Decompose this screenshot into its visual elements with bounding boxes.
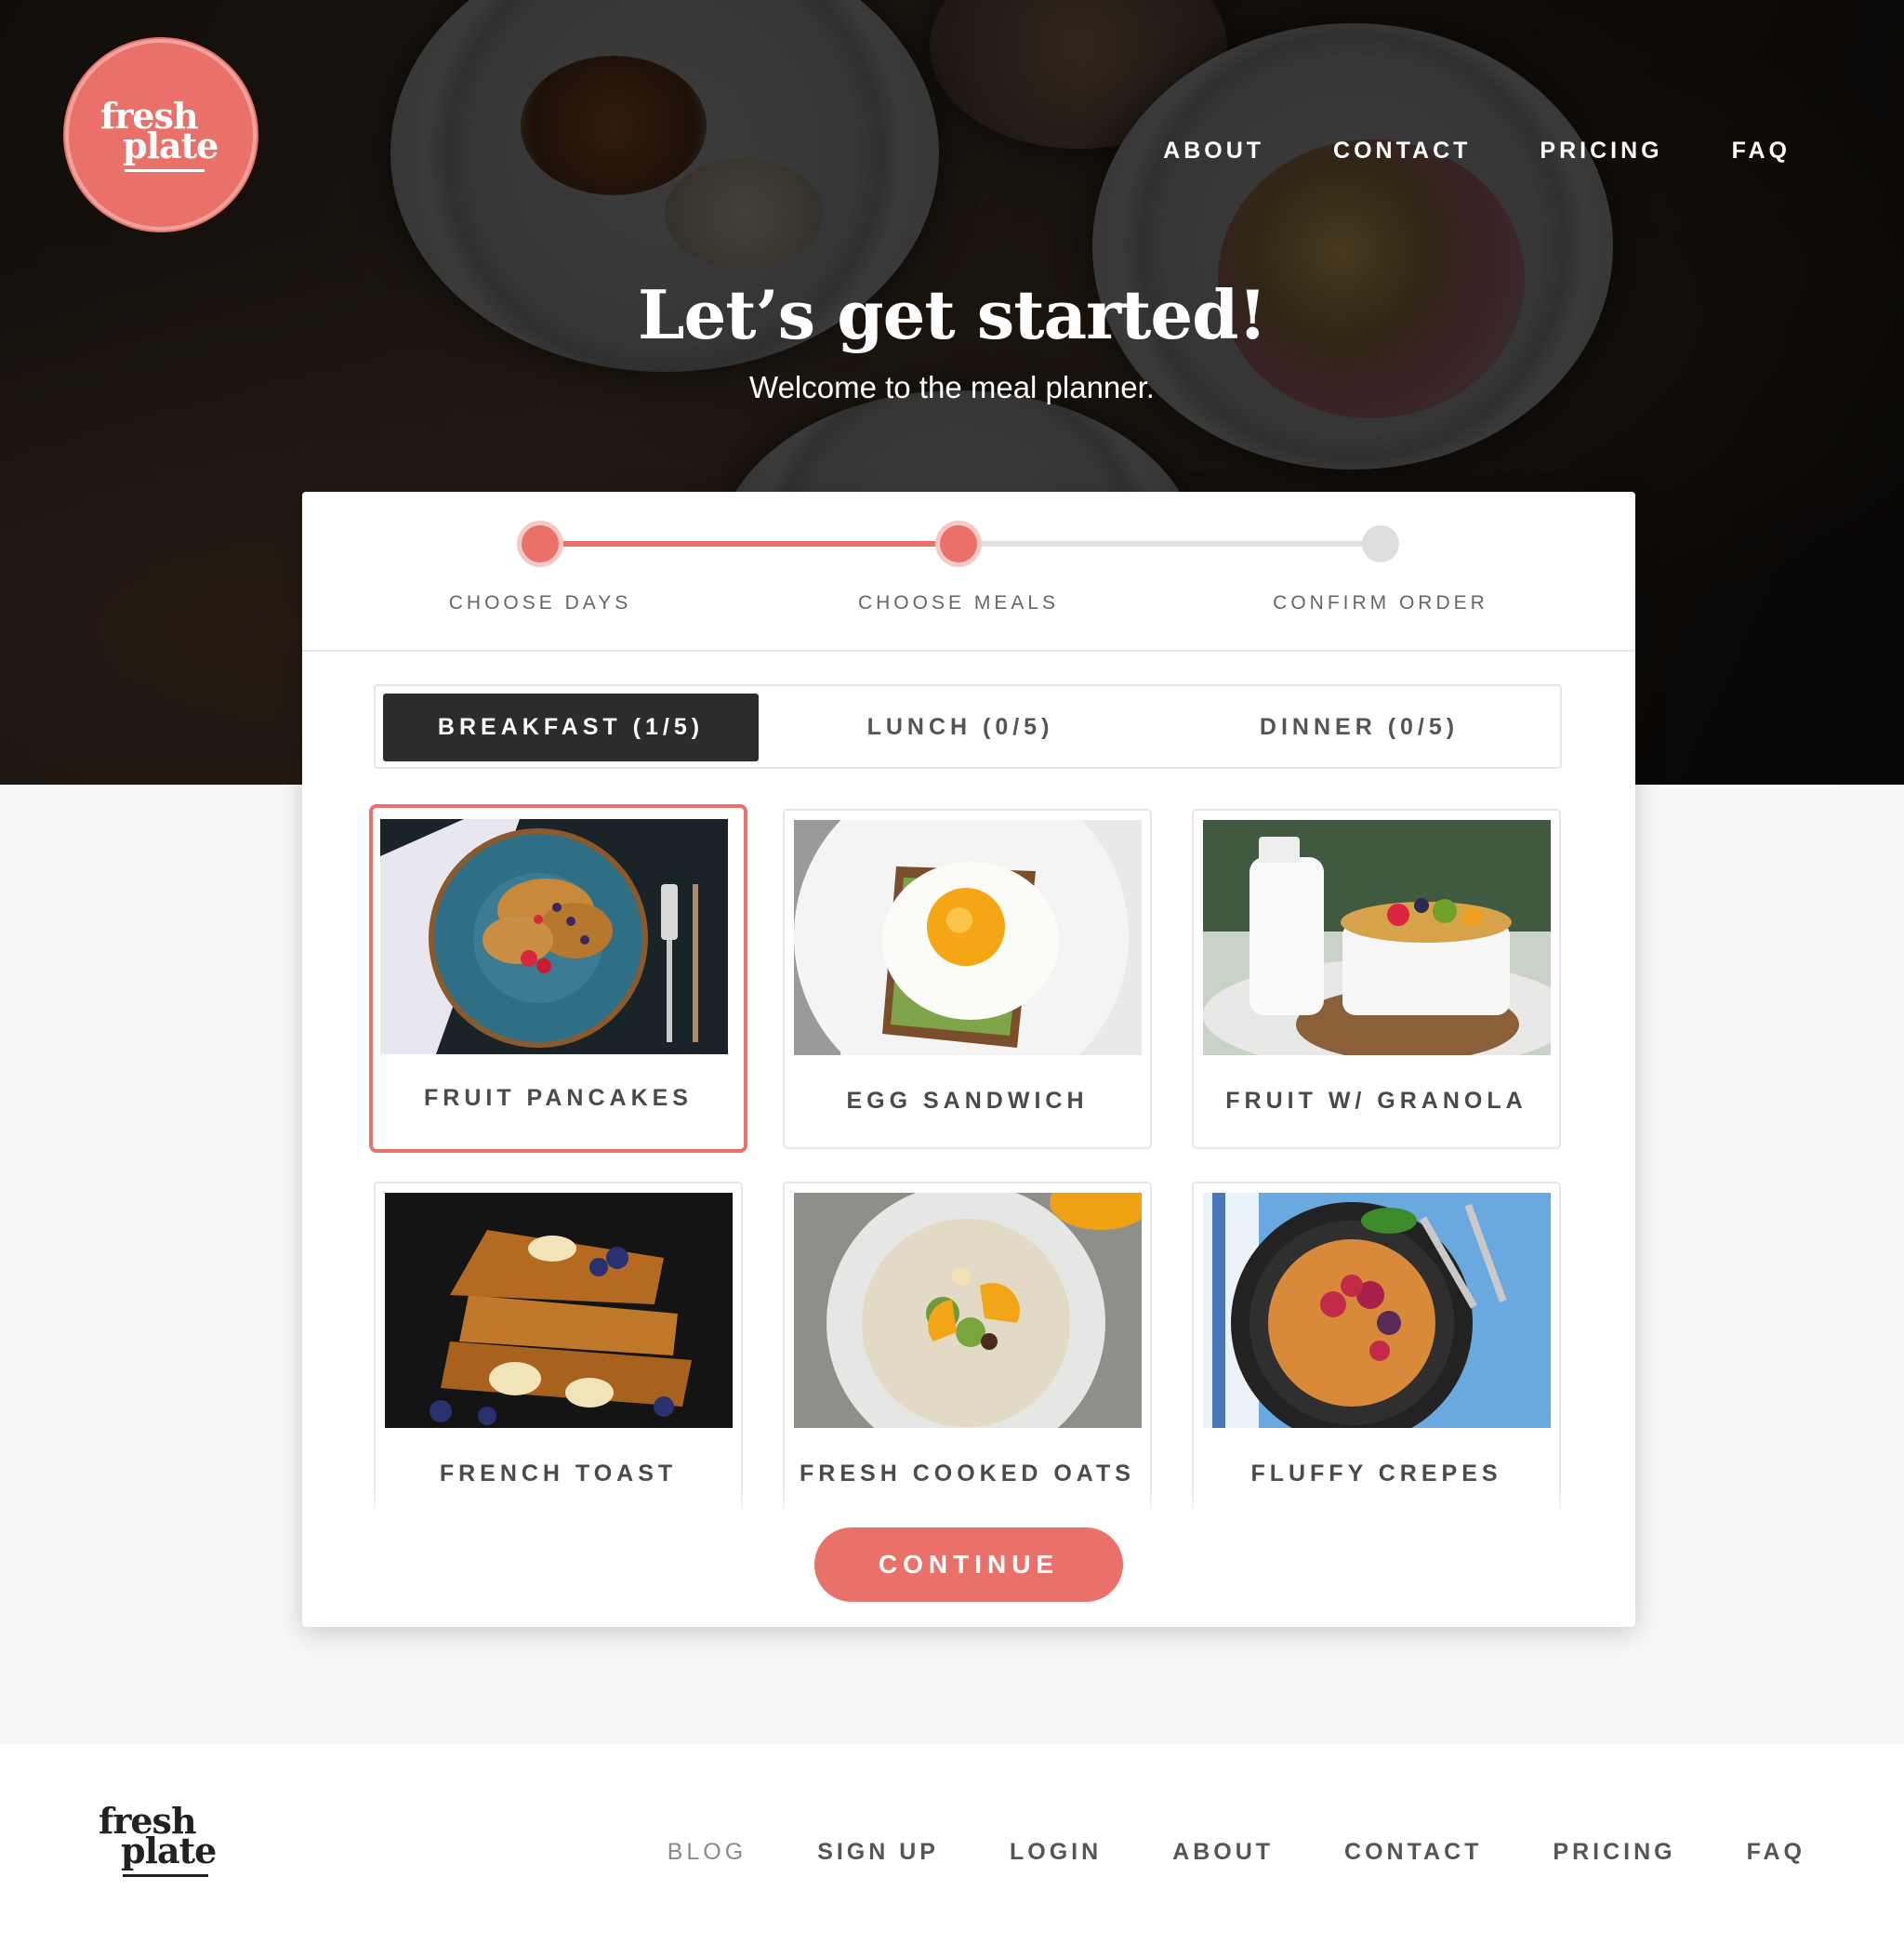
footer-blog-link[interactable]: BLOG: [668, 1839, 747, 1866]
page-subtitle: Welcome to the meal planner.: [749, 370, 1155, 404]
page-title: Let’s get started!: [637, 275, 1267, 354]
footer-about-link[interactable]: ABOUT: [1172, 1839, 1274, 1866]
step-choose-meals-label: CHOOSE MEALS: [857, 592, 1060, 614]
meal-card-fruit-granola[interactable]: FRUIT W/ GRANOLA: [1192, 809, 1561, 1149]
logo-underline: [125, 169, 205, 172]
nav-faq-link[interactable]: FAQ: [1732, 138, 1791, 165]
nav-about-link[interactable]: ABOUT: [1163, 138, 1264, 165]
stepper-remaining-line: [959, 541, 1381, 547]
step-choose-meals-dot[interactable]: [940, 525, 977, 562]
meal-name: FRUIT W/ GRANOLA: [1225, 1088, 1527, 1114]
footer-pricing-link[interactable]: PRICING: [1553, 1839, 1675, 1866]
footer-nav: BLOG SIGN UP LOGIN ABOUT CONTACT PRICING…: [668, 1839, 1805, 1866]
logo-underline: [123, 1874, 208, 1877]
card-actions: CONTINUE: [302, 1509, 1635, 1627]
site-footer: fresh plate BLOG SIGN UP LOGIN ABOUT CON…: [0, 1744, 1904, 1943]
footer-signup-link[interactable]: SIGN UP: [817, 1839, 939, 1866]
logo-text-line2: plate: [123, 125, 218, 166]
step-confirm-order-dot: [1362, 525, 1399, 562]
meal-type-tabs: BREAKFAST (1/5) LUNCH (0/5) DINNER (0/5): [374, 684, 1562, 769]
step-choose-days-label: CHOOSE DAYS: [448, 592, 632, 614]
meal-planner-card: CHOOSE DAYS CHOOSE MEALS CONFIRM ORDER B…: [302, 492, 1635, 1627]
logo-link[interactable]: fresh plate: [65, 39, 257, 231]
fruit-pancakes-image: [380, 819, 728, 1054]
meal-card-egg-sandwich[interactable]: EGG SANDWICH: [783, 809, 1152, 1149]
fresh-cooked-oats-image: [794, 1193, 1142, 1428]
header-nav: ABOUT CONTACT PRICING FAQ: [1163, 138, 1791, 165]
meal-name: FRUIT PANCAKES: [424, 1085, 693, 1111]
footer-logo-link[interactable]: fresh plate: [99, 1804, 229, 1889]
footer-faq-link[interactable]: FAQ: [1747, 1839, 1805, 1866]
step-choose-days-dot[interactable]: [522, 525, 559, 562]
tab-lunch[interactable]: LUNCH (0/5): [759, 694, 1162, 761]
nav-pricing-link[interactable]: PRICING: [1540, 138, 1662, 165]
fluffy-crepes-image: [1203, 1193, 1551, 1428]
progress-stepper: CHOOSE DAYS CHOOSE MEALS CONFIRM ORDER: [302, 492, 1635, 652]
meal-card-fruit-pancakes[interactable]: FRUIT PANCAKES: [369, 804, 747, 1153]
nav-contact-link[interactable]: CONTACT: [1333, 138, 1471, 165]
footer-contact-link[interactable]: CONTACT: [1344, 1839, 1482, 1866]
meal-card-fresh-cooked-oats[interactable]: FRESH COOKED OATS: [783, 1182, 1152, 1522]
stepper-progress-line: [540, 541, 959, 547]
continue-button[interactable]: CONTINUE: [814, 1527, 1123, 1602]
tab-dinner[interactable]: DINNER (0/5): [1162, 694, 1556, 761]
tab-breakfast[interactable]: BREAKFAST (1/5): [383, 694, 759, 761]
logo-text-line2: plate: [121, 1830, 217, 1871]
fruit-granola-image: [1203, 820, 1551, 1055]
meal-card-fluffy-crepes[interactable]: FLUFFY CREPES: [1192, 1182, 1561, 1522]
french-toast-image: [385, 1193, 733, 1428]
meal-name: EGG SANDWICH: [846, 1088, 1089, 1114]
egg-sandwich-image: [794, 820, 1142, 1055]
step-confirm-order-label: CONFIRM ORDER: [1273, 592, 1488, 614]
footer-login-link[interactable]: LOGIN: [1010, 1839, 1102, 1866]
meal-card-french-toast[interactable]: FRENCH TOAST: [374, 1182, 743, 1522]
